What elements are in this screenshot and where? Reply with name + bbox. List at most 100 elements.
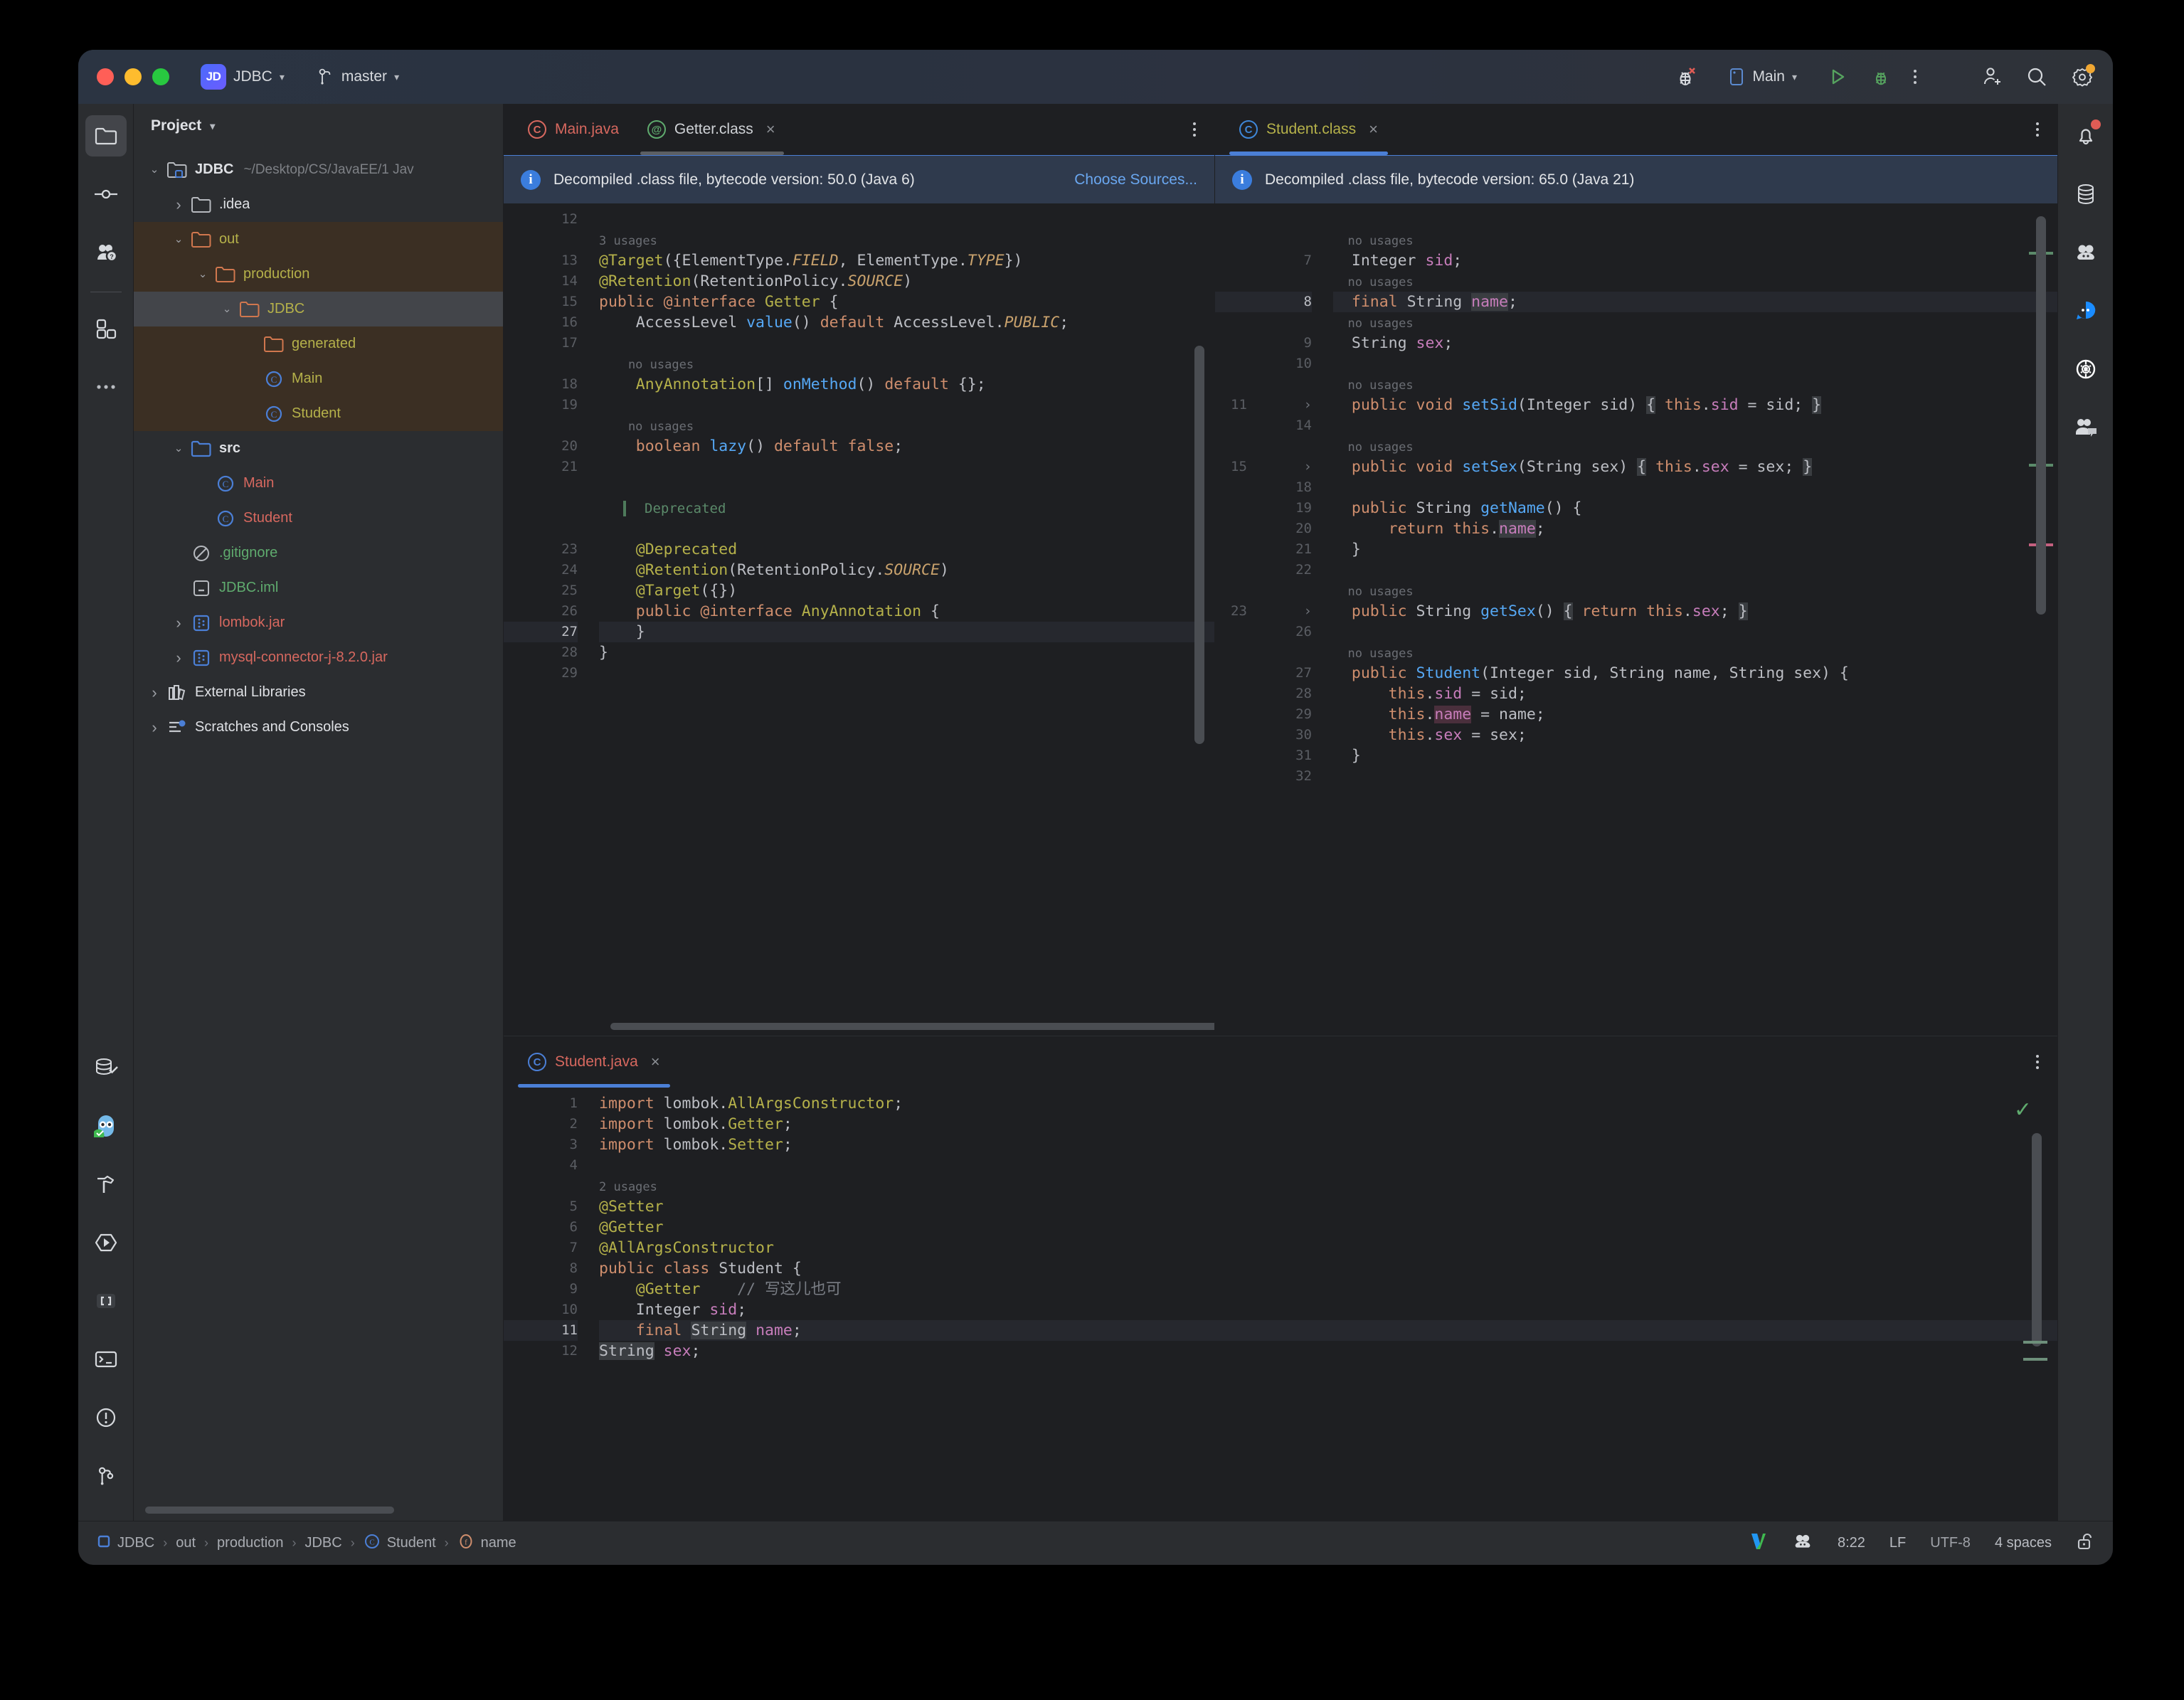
project-hscrollbar-track[interactable] [134,1502,503,1521]
tree-node-student[interactable]: CStudent [134,396,503,431]
sidebar-item-chat[interactable] [2065,290,2106,331]
fold-arrow-icon[interactable]: › [1304,457,1312,477]
tab-student-java[interactable]: C Student.java × [514,1036,674,1088]
usage-hint-text[interactable]: no usages [1333,585,1414,599]
line-number-gutter[interactable]: 123456789101112 [504,1088,588,1521]
chevron-right-icon[interactable]: › [168,614,189,632]
unlocked-icon[interactable] [2076,1531,2094,1556]
close-icon[interactable]: × [766,120,775,139]
close-window-button[interactable] [97,68,114,85]
editor-options-icon[interactable] [2036,1055,2057,1069]
tree-node-jdbc[interactable]: ⌄JDBC~/Desktop/CS/JavaEE/1 Jav [134,152,503,187]
chevron-right-icon[interactable]: › [168,649,189,667]
search-everywhere-icon[interactable] [2025,65,2049,89]
sidebar-item-build[interactable] [85,1164,127,1205]
sidebar-item-owl-plugin[interactable] [85,1105,127,1147]
sidebar-item-bookmarks[interactable] [85,1280,127,1322]
run-configuration-selector[interactable]: Main ▾ [1721,63,1804,90]
usage-hint-text[interactable]: no usages [1333,378,1414,393]
sidebar-item-gitlab-duo[interactable] [2065,232,2106,273]
usage-hint-text[interactable]: 2 usages [599,1180,657,1194]
vim-icon[interactable] [1749,1531,1768,1556]
debug-disabled-icon[interactable] [1674,64,1700,90]
usage-hint-text[interactable]: no usages [1333,440,1414,455]
fold-arrow-icon[interactable]: › [1304,395,1312,415]
inspection-ok-icon[interactable]: ✓ [2014,1098,2032,1122]
sidebar-item-more[interactable] [85,366,127,408]
chevron-down-icon[interactable]: ⌄ [168,447,189,451]
sidebar-item-code-with-me[interactable] [2065,407,2106,448]
editor-options-icon[interactable] [2036,122,2057,137]
chevron-right-icon[interactable]: › [168,196,189,214]
indent-label[interactable]: 4 spaces [1995,1535,2052,1551]
sidebar-item-openai[interactable] [2065,349,2106,390]
branch-selector[interactable]: master ▾ [312,63,405,90]
editor-vscrollbar-bottom[interactable] [2032,1133,2042,1346]
tab-getter-class[interactable]: @ Getter.class × [633,104,790,155]
breadcrumb-item-jdbc[interactable]: JDBC [97,1534,154,1553]
breadcrumb-item-student[interactable]: CStudent [364,1533,436,1554]
tab-student-class[interactable]: C Student.class × [1225,104,1392,155]
sidebar-item-terminal[interactable] [85,1339,127,1380]
tab-main-java[interactable]: C Main.java [514,104,633,155]
tree-node-external-libraries[interactable]: ›External Libraries [134,675,503,710]
code-text[interactable]: 3 usages@Target({ElementType.FIELD, Elem… [588,203,1214,1036]
usage-hint-text[interactable]: no usages [599,420,694,434]
gitlab-icon[interactable] [1792,1532,1813,1555]
settings-icon[interactable] [2070,65,2094,89]
chevron-down-icon[interactable]: ⌄ [168,238,189,242]
chevron-down-icon[interactable]: ⌄ [216,307,238,312]
code-text[interactable]: import lombok.AllArgsConstructor;import … [588,1088,2057,1521]
cursor-position-label[interactable]: 8:22 [1838,1535,1865,1551]
tree-node-main[interactable]: CMain [134,466,503,501]
close-icon[interactable]: × [651,1053,660,1071]
choose-sources-link[interactable]: Choose Sources... [1074,171,1197,188]
sidebar-item-problems[interactable] [85,1397,127,1438]
sidebar-item-commit[interactable] [85,174,127,215]
maximize-window-button[interactable] [152,68,169,85]
editor-content-left[interactable]: 1213141516171819202123242526272829 3 usa… [504,203,1214,1036]
editor-content-bottom[interactable]: 123456789101112 import lombok.AllArgsCon… [504,1088,2057,1521]
tree-node-mysql-connector-j-8-2-0-jar[interactable]: ›mysql-connector-j-8.2.0.jar [134,640,503,675]
tree-node-student[interactable]: CStudent [134,501,503,536]
encoding-label[interactable]: UTF-8 [1930,1535,1971,1551]
chevron-down-icon[interactable]: ⌄ [144,168,165,172]
project-tree[interactable]: ⌄JDBC~/Desktop/CS/JavaEE/1 Jav›.idea⌄out… [134,148,503,1502]
breadcrumb-item-out[interactable]: out [176,1535,196,1551]
code-text[interactable]: no usages Integer sid; no usages final S… [1322,203,2057,1036]
breadcrumb-item-production[interactable]: production [217,1535,283,1551]
usage-hint-text[interactable]: no usages [1333,234,1414,248]
usage-hint-text[interactable]: no usages [599,358,694,372]
fold-arrow-icon[interactable]: › [1304,601,1312,622]
tree-node-production[interactable]: ⌄production [134,257,503,292]
tree-node-scratches-and-consoles[interactable]: ›Scratches and Consoles [134,710,503,745]
breadcrumb-item-jdbc[interactable]: JDBC [304,1535,341,1551]
chevron-right-icon[interactable]: › [144,718,165,737]
tree-node--gitignore[interactable]: .gitignore [134,536,503,570]
tree-node-src[interactable]: ⌄src [134,431,503,466]
breadcrumb-item-name[interactable]: fname [457,1533,516,1554]
tree-node-generated[interactable]: generated [134,326,503,361]
tree-node-main[interactable]: CMain [134,361,503,396]
project-panel-header[interactable]: Project ▾ [134,104,503,148]
minimize-window-button[interactable] [124,68,142,85]
tree-node-jdbc[interactable]: ⌄JDBC [134,292,503,326]
add-collaborator-icon[interactable] [1979,65,2003,89]
more-actions-icon[interactable] [1914,70,1917,84]
chevron-down-icon[interactable]: ⌄ [192,272,213,277]
tree-node-jdbc-iml[interactable]: JDBC.iml [134,570,503,605]
project-hscrollbar-thumb[interactable] [145,1507,394,1514]
editor-hscrollbar-left[interactable] [610,1023,1214,1030]
editor-options-icon[interactable] [1193,122,1214,137]
usage-hint-text[interactable]: no usages [1333,275,1414,289]
tree-node-lombok-jar[interactable]: ›lombok.jar [134,605,503,640]
usage-hint-text[interactable]: no usages [1333,317,1414,331]
chevron-right-icon[interactable]: › [144,684,165,702]
debug-icon[interactable] [1870,65,1892,88]
sidebar-item-structure[interactable] [85,308,127,349]
tree-node--idea[interactable]: ›.idea [134,187,503,222]
usage-hint-text[interactable]: no usages [1333,647,1414,661]
line-separator-label[interactable]: LF [1889,1535,1906,1551]
sidebar-item-ai-assistant[interactable]: ? [85,232,127,273]
close-icon[interactable]: × [1369,120,1378,139]
